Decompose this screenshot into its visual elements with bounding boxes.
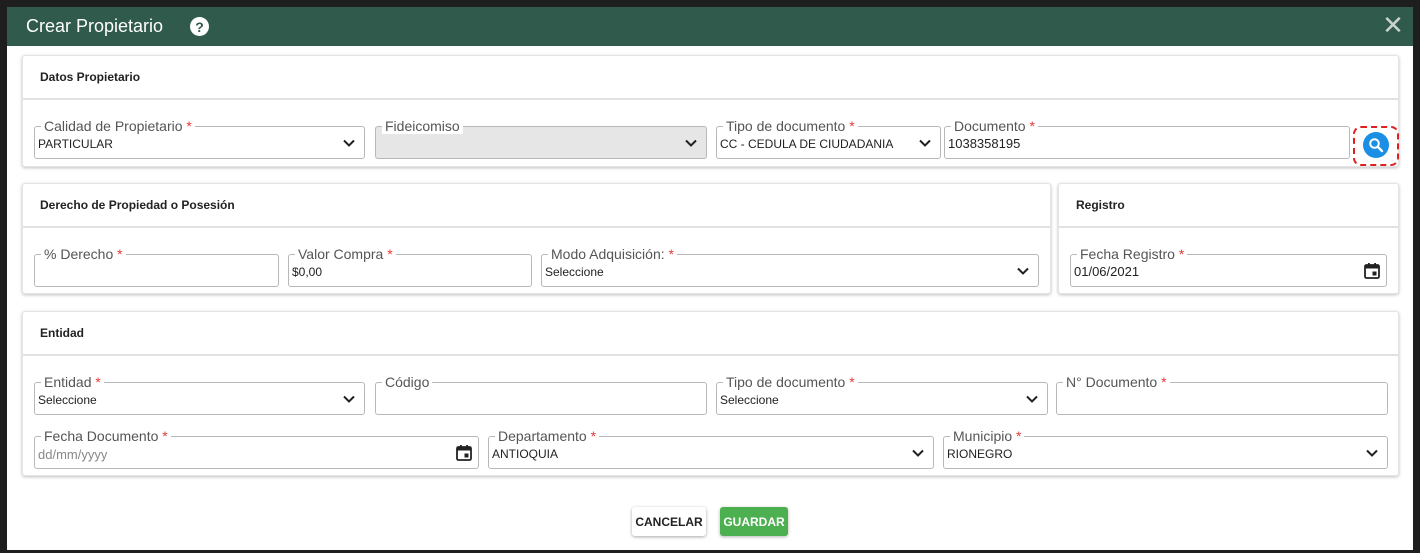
entity-doc-type-label: Tipo de documento — [726, 374, 846, 390]
chevron-down-icon — [1026, 395, 1038, 403]
chevron-down-icon — [1366, 449, 1378, 457]
required-mark: * — [186, 118, 192, 134]
owner-data-title: Datos Propietario — [23, 56, 1398, 100]
search-icon — [1369, 138, 1384, 153]
code-label: Código — [382, 374, 433, 390]
required-mark: * — [1016, 428, 1022, 444]
right-percent-label: % Derecho — [44, 246, 114, 262]
acquisition-mode-value: Seleccione — [545, 265, 604, 279]
required-mark: * — [387, 246, 393, 262]
required-mark: * — [590, 428, 597, 444]
registry-title: Registro — [1059, 184, 1398, 228]
chevron-down-icon — [343, 139, 355, 147]
required-mark: * — [1161, 374, 1167, 390]
registry-date-label: Fecha Registro — [1080, 246, 1175, 262]
document-date-placeholder: dd/mm/yyyy — [38, 447, 108, 462]
registry-date-value: 01/06/2021 — [1074, 264, 1140, 279]
entity-doc-type-select[interactable]: Tipo de documento * Seleccione — [716, 374, 1048, 415]
cancel-button[interactable]: CANCELAR — [632, 507, 706, 536]
owner-document-value: 1038358195 — [948, 136, 1021, 151]
required-mark: * — [1029, 118, 1035, 134]
search-button[interactable] — [1363, 132, 1389, 158]
trust-select[interactable]: Fideicomiso — [375, 118, 707, 159]
entity-label: Entidad — [44, 374, 92, 390]
entity-value: Seleccione — [38, 393, 97, 407]
code-input[interactable]: Código — [375, 374, 707, 415]
property-rights-title: Derecho de Propiedad o Posesión — [23, 184, 1050, 228]
calendar-icon[interactable] — [455, 444, 473, 462]
required-mark: * — [1178, 246, 1185, 262]
trust-label: Fideicomiso — [382, 118, 463, 134]
municipality-label: Municipio — [953, 428, 1013, 444]
chevron-down-icon — [912, 449, 924, 457]
modal-header: Crear Propietario ? ✕ — [7, 7, 1413, 46]
acquisition-mode-select[interactable]: Modo Adquisición: * Seleccione — [541, 246, 1039, 287]
municipality-value: RIONEGRO — [947, 447, 1013, 461]
purchase-value-value: $0,00 — [292, 265, 323, 279]
entity-card: Entidad Entidad * Seleccione Código Tipo… — [22, 311, 1399, 476]
owner-document-input[interactable]: Documento * 1038358195 — [944, 118, 1350, 159]
owner-doc-type-select[interactable]: Tipo de documento * CC - CEDULA DE CIUDA… — [716, 118, 941, 159]
required-mark: * — [117, 246, 123, 262]
question-circle-icon[interactable]: ? — [190, 17, 210, 36]
property-rights-card: Derecho de Propiedad o Posesión % Derech… — [22, 183, 1051, 294]
department-value: ANTIOQUIA — [492, 447, 559, 461]
purchase-value-input[interactable]: Valor Compra * $0,00 — [288, 246, 532, 287]
entity-doc-type-value: Seleccione — [720, 393, 779, 407]
chevron-down-icon — [685, 139, 697, 147]
acquisition-mode-label: Modo Adquisición: — [551, 246, 665, 262]
modal-title: Crear Propietario — [26, 16, 164, 36]
owner-data-card: Datos Propietario Calidad de Propietario… — [22, 55, 1399, 167]
department-label: Departamento — [498, 428, 587, 444]
right-percent-input[interactable]: % Derecho * — [34, 246, 279, 287]
create-owner-modal: Crear Propietario ? ✕ Datos Propietario … — [7, 7, 1413, 550]
document-date-input[interactable]: Fecha Documento * dd/mm/yyyy — [34, 428, 479, 469]
entity-select[interactable]: Entidad * Seleccione — [34, 374, 365, 415]
owner-doc-type-value: CC - CEDULA DE CIUDADANIA — [720, 137, 894, 151]
required-mark: * — [849, 374, 855, 390]
entity-title: Entidad — [23, 312, 1398, 356]
chevron-down-icon — [343, 395, 355, 403]
required-mark: * — [668, 246, 674, 262]
entity-doc-number-input[interactable]: N° Documento * — [1056, 374, 1388, 415]
department-select[interactable]: Departamento * ANTIOQUIA — [488, 428, 934, 469]
entity-doc-number-label: N° Documento — [1066, 374, 1158, 390]
owner-quality-label: Calidad de Propietario — [44, 118, 183, 134]
required-mark: * — [849, 118, 855, 134]
registry-date-input[interactable]: Fecha Registro * 01/06/2021 — [1070, 246, 1387, 287]
close-icon[interactable]: ✕ — [1381, 12, 1405, 38]
chevron-down-icon — [1017, 267, 1029, 275]
purchase-value-label: Valor Compra — [298, 246, 384, 262]
municipality-select[interactable]: Municipio * RIONEGRO — [943, 428, 1388, 469]
required-mark: * — [162, 428, 168, 444]
owner-quality-select[interactable]: Calidad de Propietario * PARTICULAR — [34, 118, 365, 159]
chevron-down-icon — [919, 139, 931, 147]
registry-card: Registro Fecha Registro * 01/06/2021 — [1058, 183, 1399, 294]
save-button[interactable]: GUARDAR — [720, 507, 788, 536]
calendar-icon[interactable] — [1363, 262, 1381, 280]
owner-document-label: Documento — [954, 118, 1026, 134]
owner-doc-type-label: Tipo de documento — [726, 118, 846, 134]
required-mark: * — [95, 374, 101, 390]
owner-quality-value: PARTICULAR — [38, 137, 113, 151]
document-date-label: Fecha Documento — [44, 428, 159, 444]
